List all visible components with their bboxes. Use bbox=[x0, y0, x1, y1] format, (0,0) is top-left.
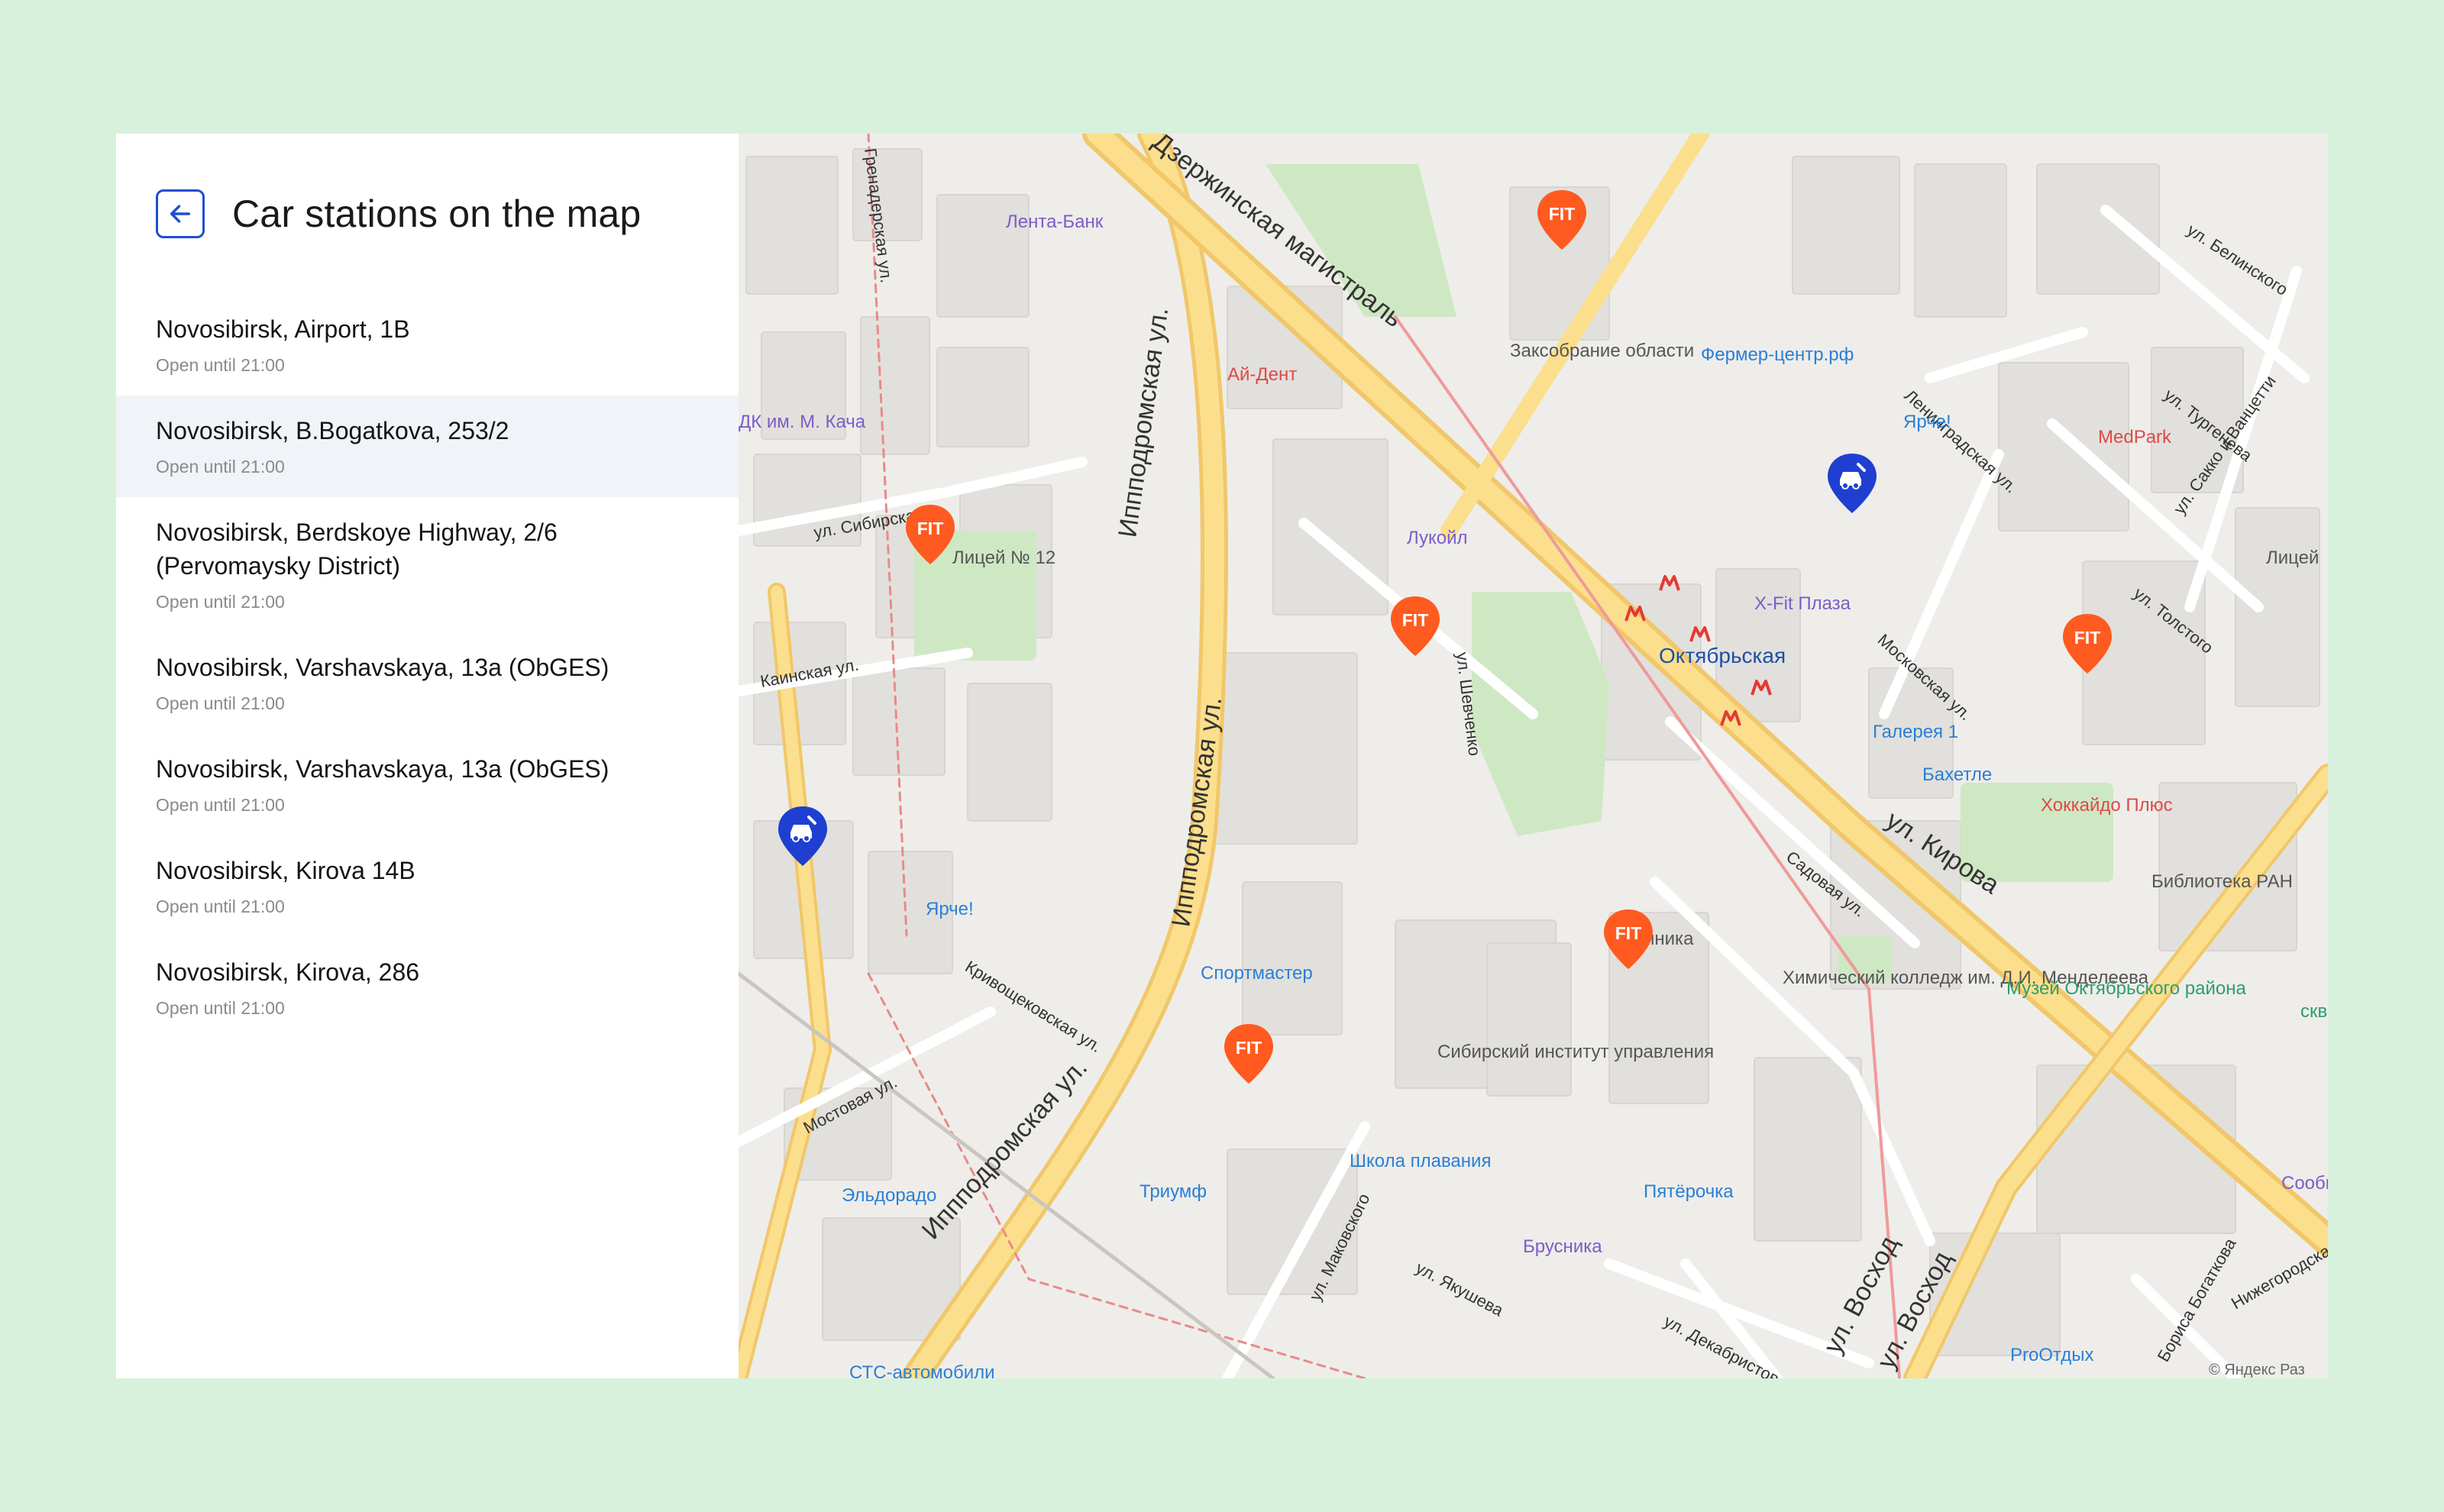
street-label: Кривощековская ул. bbox=[962, 957, 1105, 1056]
station-list: Novosibirsk, Airport, 1B Open until 21:0… bbox=[116, 294, 739, 1039]
poi-label: ProОтдых bbox=[2010, 1345, 2093, 1365]
poi-label: Хоккайдо Плюс bbox=[2041, 795, 2173, 816]
station-item[interactable]: Novosibirsk, Berdskoye Highway, 2/6 (Per… bbox=[116, 497, 739, 632]
poi-label: Лента-Банк bbox=[1006, 212, 1104, 232]
fit-marker[interactable]: FIT bbox=[1388, 593, 1443, 663]
poi-label: Заксобрание области bbox=[1510, 341, 1694, 361]
station-name: Novosibirsk, B.Bogatkova, 253/2 bbox=[156, 417, 509, 444]
fit-marker[interactable]: FIT bbox=[1601, 906, 1656, 976]
car-service-pin-icon bbox=[778, 806, 827, 866]
station-name: Novosibirsk, Berdskoye Highway, 2/6 (Per… bbox=[156, 519, 558, 580]
poi-label: Триумф bbox=[1140, 1181, 1207, 1202]
fit-pin-icon: FIT bbox=[1537, 190, 1586, 250]
poi-label: ДК им. М. Кача bbox=[739, 412, 866, 432]
fit-marker-label: FIT bbox=[1236, 1038, 1262, 1058]
poi-label: сквер bbox=[2300, 1001, 2328, 1022]
station-name: Novosibirsk, Kirova, 286 bbox=[156, 958, 420, 986]
fit-marker-label: FIT bbox=[1402, 610, 1429, 630]
station-item[interactable]: Novosibirsk, Kirova 14B Open until 21:00 bbox=[116, 835, 739, 937]
station-item[interactable]: Novosibirsk, Varshavskaya, 13a (ObGES) O… bbox=[116, 632, 739, 734]
poi-label: Библиотека РАН bbox=[2151, 871, 2293, 892]
stations-sidebar: Car stations on the map Novosibirsk, Air… bbox=[116, 134, 739, 1378]
fit-pin-icon: FIT bbox=[1224, 1024, 1273, 1084]
poi-label: X-Fit Плаза bbox=[1754, 593, 1851, 614]
map-view[interactable]: Иппподромская ул. Иппподромская ул. Иппп… bbox=[739, 134, 2328, 1378]
poi-label: Сообщение bbox=[2281, 1173, 2328, 1194]
poi-label: Галерея 1 bbox=[1873, 722, 1958, 742]
poi-label: Лицей № 12 bbox=[952, 548, 1056, 568]
station-hours: Open until 21:00 bbox=[156, 897, 285, 916]
poi-label: Спортмастер bbox=[1201, 963, 1313, 984]
poi-label: Ярче! bbox=[1903, 412, 1951, 432]
station-name: Novosibirsk, Airport, 1B bbox=[156, 315, 410, 343]
station-item-selected[interactable]: Novosibirsk, B.Bogatkova, 253/2 Open unt… bbox=[116, 396, 739, 497]
fit-marker-label: FIT bbox=[1549, 204, 1576, 224]
page-title: Car stations on the map bbox=[232, 192, 642, 235]
poi-label: Сибирский институт управления bbox=[1437, 1042, 1714, 1062]
service-marker[interactable] bbox=[775, 803, 830, 873]
poi-label: Бахетле bbox=[1922, 764, 1992, 785]
station-name: Novosibirsk, Varshavskaya, 13a (ObGES) bbox=[156, 654, 609, 681]
poi-label: Пятёрочка bbox=[1644, 1181, 1734, 1202]
fit-marker-label: FIT bbox=[2074, 628, 2101, 648]
poi-label: СТС-автомобили bbox=[849, 1362, 995, 1378]
station-name: Novosibirsk, Kirova 14B bbox=[156, 857, 415, 884]
station-hours: Open until 21:00 bbox=[156, 998, 285, 1018]
poi-label: Фермер-центр.рф bbox=[1701, 344, 1854, 365]
fit-pin-icon: FIT bbox=[1604, 909, 1653, 969]
metro-icon bbox=[1659, 575, 1680, 591]
fit-marker-label: FIT bbox=[1615, 923, 1642, 943]
poi-label: Лицей bbox=[2266, 548, 2319, 568]
station-hours: Open until 21:00 bbox=[156, 457, 285, 477]
arrow-left-icon bbox=[170, 205, 191, 223]
poi-label: Ай-Дент bbox=[1227, 364, 1297, 385]
metro-icon bbox=[1720, 710, 1741, 726]
street-label: ул. Якушева bbox=[1413, 1258, 1508, 1320]
fit-marker[interactable]: FIT bbox=[1221, 1021, 1276, 1090]
street-label: Нижегородская bbox=[2228, 1236, 2328, 1313]
fit-marker[interactable]: FIT bbox=[1534, 187, 1589, 257]
sidebar-header: Car stations on the map bbox=[116, 134, 739, 294]
car-service-pin-icon bbox=[1828, 454, 1877, 513]
back-button[interactable] bbox=[156, 189, 205, 238]
map-base: Иппподромская ул. Иппподромская ул. Иппп… bbox=[739, 134, 2328, 1378]
fit-pin-icon: FIT bbox=[906, 505, 955, 564]
poi-label: Ярче! bbox=[926, 899, 974, 919]
metro-icon bbox=[1624, 606, 1646, 622]
metro-icon bbox=[1751, 680, 1772, 696]
poi-label: Брусника bbox=[1523, 1236, 1602, 1257]
poi-label: Школа плавания bbox=[1350, 1151, 1491, 1171]
map-copyright: © Яндекс Раз bbox=[2209, 1362, 2305, 1378]
poi-label: Музей Октябрьского района bbox=[2006, 978, 2247, 999]
station-hours: Open until 21:00 bbox=[156, 795, 285, 815]
fit-pin-icon: FIT bbox=[2063, 614, 2112, 674]
poi-label: Эльдорадо bbox=[842, 1185, 936, 1206]
fit-marker-label: FIT bbox=[917, 519, 944, 538]
station-name: Novosibirsk, Varshavskaya, 13a (ObGES) bbox=[156, 755, 609, 783]
fit-marker[interactable]: FIT bbox=[2060, 611, 2115, 680]
street-label: Иппподромская ул. bbox=[1113, 305, 1174, 539]
fit-pin-icon: FIT bbox=[1391, 596, 1440, 656]
stations-card: Car stations on the map Novosibirsk, Air… bbox=[116, 134, 2328, 1378]
poi-label: Лукойл bbox=[1407, 528, 1468, 548]
station-item[interactable]: Novosibirsk, Airport, 1B Open until 21:0… bbox=[116, 294, 739, 396]
station-hours: Open until 21:00 bbox=[156, 355, 285, 375]
poi-label: Октябрьская bbox=[1659, 644, 1786, 667]
station-hours: Open until 21:00 bbox=[156, 592, 285, 612]
poi-label: MedPark bbox=[2098, 427, 2172, 447]
station-item[interactable]: Novosibirsk, Kirova, 286 Open until 21:0… bbox=[116, 937, 739, 1039]
service-marker[interactable] bbox=[1825, 451, 1880, 520]
metro-icon bbox=[1689, 626, 1711, 642]
station-item[interactable]: Novosibirsk, Varshavskaya, 13a (ObGES) O… bbox=[116, 734, 739, 835]
station-hours: Open until 21:00 bbox=[156, 693, 285, 713]
fit-marker[interactable]: FIT bbox=[903, 502, 958, 571]
